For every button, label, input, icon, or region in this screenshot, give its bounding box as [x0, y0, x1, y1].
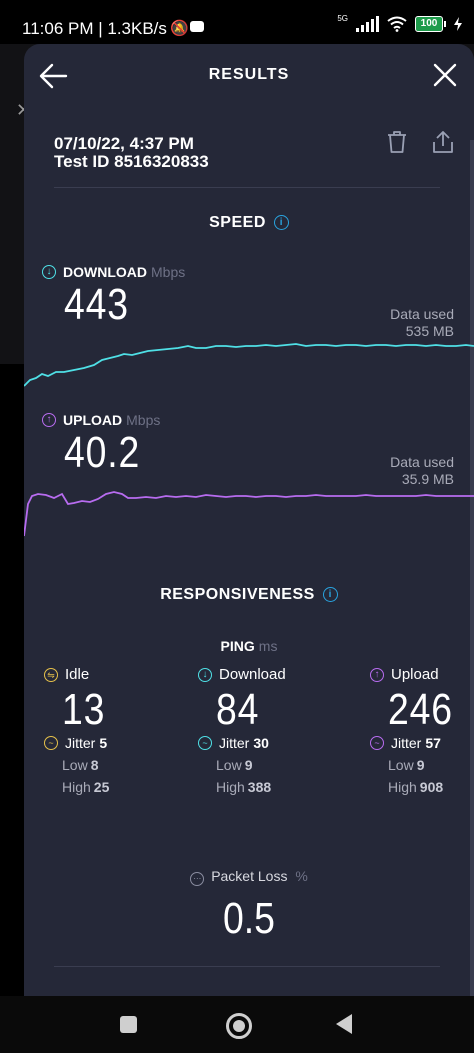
- download-ping-value: 84: [216, 685, 260, 734]
- upload-jitter: ~ Jitter 57: [370, 735, 464, 751]
- download-unit: Mbps: [151, 264, 186, 280]
- idle-high: High 25: [62, 779, 113, 795]
- speed-section-title: SPEED i: [24, 214, 474, 232]
- close-icon[interactable]: [432, 62, 458, 88]
- idle-label: Idle: [65, 666, 90, 683]
- download-label: ↓ DOWNLOAD Mbps: [42, 264, 185, 280]
- ping-idle-column: ⇋ Idle 13 ~ Jitter 5 Low 8 High 25: [44, 666, 113, 795]
- ping-label: PING ms: [24, 638, 474, 654]
- home-button[interactable]: [226, 1013, 252, 1039]
- speed-title-text: SPEED: [209, 214, 266, 231]
- download-jitter-value: 30: [253, 735, 269, 751]
- upload-label-text: UPLOAD: [63, 412, 123, 428]
- back-button[interactable]: [336, 1014, 352, 1034]
- responsiveness-title-text: RESPONSIVENESS: [160, 586, 315, 603]
- download-label-text: DOWNLOAD: [63, 264, 147, 280]
- upload-jitter-label: Jitter: [391, 735, 422, 751]
- network-type: 5G: [337, 13, 348, 23]
- idle-jitter: ~ Jitter 5: [44, 735, 113, 751]
- idle-low-label: Low: [62, 757, 88, 773]
- download-high-value: 388: [247, 779, 272, 795]
- results-sheet: RESULTS 07/10/22, 4:37 PM Test ID 851632…: [24, 44, 474, 996]
- upload-graph: [24, 491, 474, 537]
- wifi-icon: [387, 16, 407, 32]
- ping-upload-label: Upload: [391, 666, 439, 683]
- idle-high-value: 25: [93, 779, 110, 795]
- upload-low: Low 9: [388, 757, 464, 773]
- upload-jitter-value: 57: [425, 735, 441, 751]
- idle-low: Low 8: [62, 757, 113, 773]
- idle-jitter-value: 5: [99, 735, 108, 751]
- status-icons: 5G 100: [337, 13, 462, 32]
- idle-high-label: High: [62, 779, 91, 795]
- ping-download-label: Download: [219, 666, 286, 683]
- share-icon[interactable]: [432, 130, 454, 154]
- upload-data-used-label: Data used: [390, 454, 454, 470]
- recents-button[interactable]: [120, 1016, 137, 1033]
- jitter-icon: ~: [370, 736, 384, 750]
- charging-icon: [454, 17, 462, 31]
- divider: [54, 966, 440, 967]
- ping-upload-header: ↑ Upload: [370, 666, 464, 683]
- ping-label-text: PING: [220, 638, 255, 654]
- divider: [54, 187, 440, 188]
- ping-upload-column: ↑ Upload 246 ~ Jitter 57 Low 9 High 908: [370, 666, 464, 795]
- upload-low-label: Low: [388, 757, 414, 773]
- signal-icon: [356, 16, 379, 32]
- download-high-label: High: [216, 779, 245, 795]
- upload-ping-value: 246: [388, 685, 453, 734]
- ping-download-header: ↓ Download: [198, 666, 286, 683]
- idle-jitter-label: Jitter: [65, 735, 96, 751]
- packet-loss-label: ⋯ Packet Loss %: [24, 868, 474, 886]
- responsiveness-section-title: RESPONSIVENESS i: [24, 586, 474, 604]
- idle-ping-value: 13: [62, 685, 106, 734]
- download-arrow-icon: ↓: [198, 667, 212, 682]
- ping-unit: ms: [258, 638, 278, 654]
- download-low-value: 9: [244, 757, 253, 773]
- download-low: Low 9: [216, 757, 286, 773]
- upload-low-value: 9: [416, 757, 425, 773]
- upload-label: ↑ UPLOAD Mbps: [42, 412, 160, 428]
- download-jitter: ~ Jitter 30: [198, 735, 286, 751]
- download-arrow-icon: ↓: [42, 265, 56, 279]
- packet-loss-unit: %: [295, 868, 308, 884]
- idle-low-value: 8: [90, 757, 99, 773]
- upload-arrow-icon: ↑: [370, 667, 384, 682]
- download-high: High 388: [216, 779, 286, 795]
- upload-high: High 908: [388, 779, 464, 795]
- upload-speed-value: 40.2: [64, 428, 141, 477]
- upload-high-label: High: [388, 779, 417, 795]
- mute-icon: 🔕: [170, 20, 189, 37]
- system-nav-bar: [0, 996, 474, 1053]
- youtube-icon: [190, 21, 204, 32]
- ping-idle-header: ⇋ Idle: [44, 666, 113, 683]
- status-bar: 11:06 PM | 1.3KB/s 🔕 5G 100: [0, 0, 474, 44]
- jitter-icon: ~: [198, 736, 212, 750]
- download-graph: [24, 343, 474, 387]
- download-low-label: Low: [216, 757, 242, 773]
- info-icon[interactable]: i: [322, 587, 338, 603]
- test-id: Test ID 8516320833: [54, 152, 209, 171]
- battery-level: 100: [415, 16, 443, 32]
- trash-icon[interactable]: [386, 130, 408, 154]
- packet-loss-value: 0.5: [222, 894, 275, 943]
- packet-loss-icon: ⋯: [190, 872, 205, 886]
- upload-arrow-icon: ↑: [42, 413, 56, 427]
- upload-unit: Mbps: [126, 412, 161, 428]
- ping-download-column: ↓ Download 84 ~ Jitter 30 Low 9 High 388: [198, 666, 286, 795]
- packet-loss-label-text: Packet Loss: [211, 868, 288, 884]
- download-jitter-label: Jitter: [219, 735, 250, 751]
- upload-high-value: 908: [419, 779, 444, 795]
- download-speed-value: 443: [64, 280, 129, 329]
- page-title: RESULTS: [208, 66, 290, 83]
- status-time: 11:06 PM | 1.3KB/s: [22, 19, 167, 38]
- test-date: 07/10/22, 4:37 PM: [54, 134, 194, 153]
- battery-icon: 100: [415, 16, 446, 32]
- idle-icon: ⇋: [44, 667, 58, 682]
- info-icon[interactable]: i: [273, 215, 289, 231]
- jitter-icon: ~: [44, 736, 58, 750]
- download-data-used-label: Data used: [390, 306, 454, 322]
